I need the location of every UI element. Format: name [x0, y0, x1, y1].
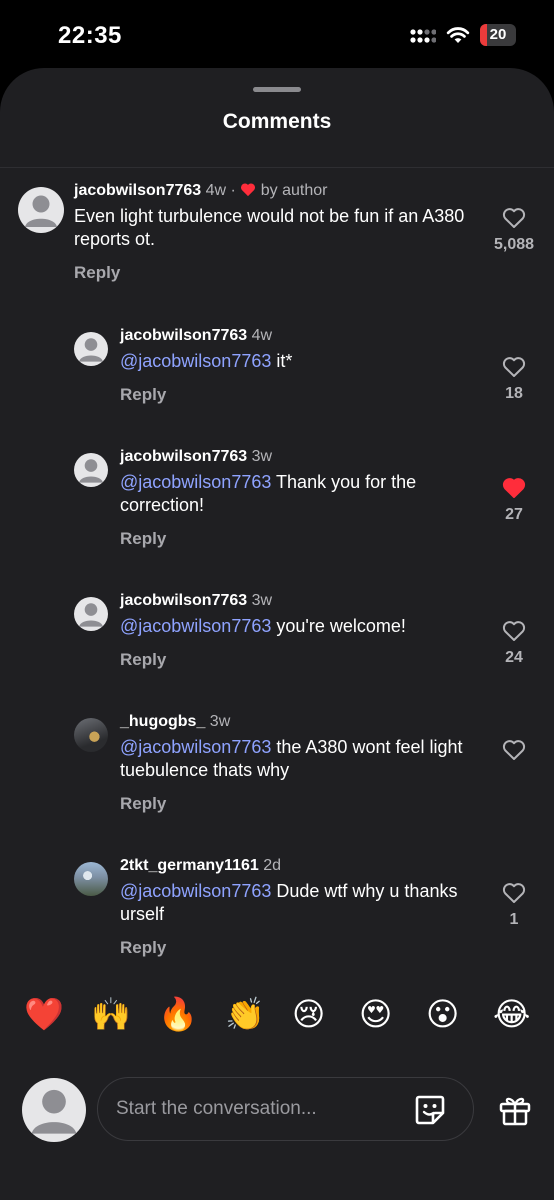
like-count: 1 — [509, 911, 519, 928]
comment-text-body: you're welcome! — [271, 616, 406, 636]
comment-age: 3w — [251, 592, 273, 609]
meta-separator: · — [230, 182, 236, 199]
comment-username[interactable]: jacobwilson7763 — [120, 592, 247, 609]
comment-username[interactable]: jacobwilson7763 — [120, 327, 247, 344]
heart-outline-icon[interactable] — [502, 356, 526, 378]
gift-icon[interactable] — [498, 1093, 532, 1127]
like-count: 24 — [505, 649, 523, 666]
like-control[interactable]: 24 — [484, 620, 544, 667]
mention-link[interactable]: @jacobwilson7763 — [120, 472, 271, 492]
comment-composer — [0, 1074, 554, 1144]
mention-link[interactable]: @jacobwilson7763 — [120, 351, 271, 371]
photo-avatar[interactable] — [74, 718, 108, 752]
comment-age: 4w — [251, 327, 273, 344]
comment-meta: jacobwilson7763 3w — [120, 589, 480, 613]
wifi-icon — [446, 27, 470, 43]
status-bar: 22:35 20 — [0, 0, 554, 70]
like-count: 18 — [505, 385, 523, 402]
reaction-heart-eyes[interactable]: 😍 — [359, 994, 392, 1034]
comment-text: @jacobwilson7763 Dude wtf why u thanks u… — [120, 880, 480, 926]
comment-input-box[interactable] — [97, 1077, 474, 1141]
comment-text: @jacobwilson7763 it* — [120, 350, 480, 373]
sheet-title: Comments — [222, 110, 332, 133]
quick-reactions-bar: ❤️ 🙌 🔥 👏 😢 😍 😮 😂 — [0, 994, 554, 1054]
sticker-icon[interactable] — [413, 1093, 447, 1127]
like-control[interactable]: 1 — [484, 882, 544, 929]
heart-outline-icon[interactable] — [502, 620, 526, 642]
cellular-signal-icon — [410, 29, 436, 43]
comment-meta: 2tkt_germany1161 2d — [120, 854, 480, 878]
comment-meta: _hugogbs_ 3w — [120, 710, 480, 734]
comment-text: @jacobwilson7763 the A380 wont feel ligh… — [120, 736, 480, 782]
like-control[interactable]: 27 — [484, 477, 544, 524]
like-count: 5,088 — [493, 236, 535, 253]
status-time: 22:35 — [58, 22, 122, 49]
comment-text: @jacobwilson7763 Thank you for the corre… — [120, 471, 480, 517]
comment-meta: jacobwilson7763 4w — [120, 324, 480, 348]
like-count: 27 — [505, 506, 523, 523]
like-control[interactable]: 18 — [484, 356, 544, 403]
reaction-laughing[interactable]: 😂 — [493, 994, 530, 1034]
heart-outline-icon[interactable] — [502, 882, 526, 904]
mention-link[interactable]: @jacobwilson7763 — [120, 881, 271, 901]
comment-username[interactable]: _hugogbs_ — [120, 713, 205, 730]
battery-level: 20 — [489, 26, 507, 43]
comment-text-body: it* — [271, 351, 293, 371]
comment-text: @jacobwilson7763 you're welcome! — [120, 615, 480, 638]
comment-text: Even light turbulence would not be fun i… — [74, 206, 465, 249]
comment-age: 4w — [205, 182, 227, 199]
mention-link[interactable]: @jacobwilson7763 — [120, 616, 271, 636]
reply-button[interactable]: Reply — [120, 794, 480, 814]
comment-meta: jacobwilson7763 3w — [120, 445, 480, 469]
battery-icon: 20 — [480, 24, 516, 46]
mention-link[interactable]: @jacobwilson7763 — [120, 737, 271, 757]
comment-username[interactable]: jacobwilson7763 — [120, 448, 247, 465]
reply-button[interactable]: Reply — [120, 938, 480, 958]
heart-outline-icon[interactable] — [502, 739, 526, 761]
comment-username[interactable]: jacobwilson7763 — [74, 182, 201, 199]
reply-button[interactable]: Reply — [120, 529, 480, 549]
reaction-heart[interactable]: ❤️ — [24, 994, 64, 1034]
photo-avatar[interactable] — [74, 862, 108, 896]
default-avatar[interactable] — [74, 332, 108, 366]
heart-outline-icon[interactable] — [502, 207, 526, 229]
reaction-surprised[interactable]: 😮 — [426, 994, 459, 1034]
sheet-grabber[interactable] — [253, 87, 301, 92]
default-avatar[interactable] — [18, 187, 64, 233]
comment-username[interactable]: 2tkt_germany1161 — [120, 857, 259, 874]
reply-button[interactable]: Reply — [74, 263, 484, 283]
my-avatar[interactable] — [22, 1078, 86, 1142]
comment-input[interactable] — [116, 1078, 396, 1140]
author-badge: by author — [260, 182, 328, 199]
comment-meta: jacobwilson7763 4w · by author — [74, 179, 484, 203]
reply-button[interactable]: Reply — [120, 385, 480, 405]
divider — [0, 167, 554, 168]
comment-age: 3w — [251, 448, 273, 465]
heart-filled-icon[interactable] — [502, 477, 526, 499]
default-avatar[interactable] — [74, 597, 108, 631]
like-control[interactable]: 5,088 — [484, 207, 544, 254]
comment-age: 3w — [209, 713, 231, 730]
author-heart-icon — [241, 183, 256, 197]
status-icons: 20 — [410, 24, 516, 46]
reaction-crying[interactable]: 😢 — [292, 994, 325, 1034]
reaction-raised-hands[interactable]: 🙌 — [91, 994, 131, 1034]
default-avatar[interactable] — [74, 453, 108, 487]
reaction-fire[interactable]: 🔥 — [158, 994, 198, 1034]
like-control[interactable] — [484, 739, 544, 761]
reaction-clap[interactable]: 👏 — [225, 994, 265, 1034]
comment-age: 2d — [263, 857, 282, 874]
reply-button[interactable]: Reply — [120, 650, 480, 670]
